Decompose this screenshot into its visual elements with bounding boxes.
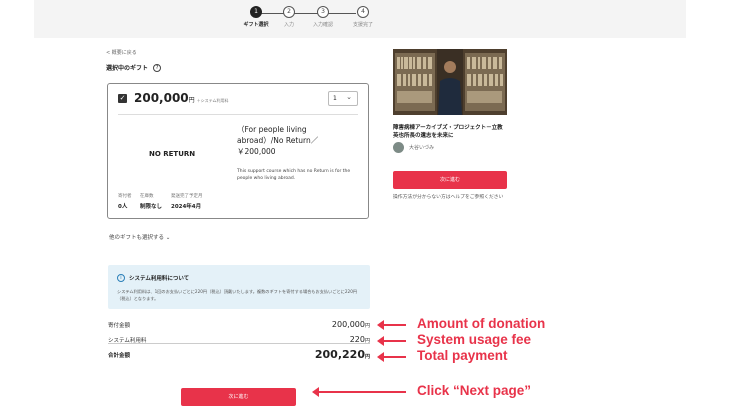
meta-value-donors: 0人 [118,204,128,210]
progress-steps: 1 ギフト選択 2 入力 3 入力確認 4 支援完了 [236,6,376,32]
gift-image: NO RETURN [149,150,196,158]
price-note: ＋システム利用料 [196,98,229,103]
back-to-overview-link[interactable]: < 概要に戻る [106,49,137,56]
step-number: 4 [357,6,369,18]
yen-unit: 円 [364,323,370,329]
other-gifts-link[interactable]: 他のギフトも選択する ⌄ [109,233,170,241]
sidebar-next-button[interactable]: 次に進む [393,171,507,189]
step-complete: 4 支援完了 [343,6,383,28]
donation-number: 200,000 [331,320,365,329]
meta-value-ship: 2024年4月 [171,204,202,210]
author-name: 大谷いづみ [409,145,435,151]
donation-amount-row: 寄付金額 200,000円 [108,320,370,330]
info-text: システム利用料は、1回のお支払いごとに220円（税込）頂戴いたします。複数のギフ… [117,289,358,301]
project-photo-graphic [393,49,507,115]
divider [118,114,358,115]
divider [108,343,370,344]
step-number: 1 [250,6,262,18]
step-number: 2 [283,6,295,18]
step-label: 入力確認 [312,22,333,28]
gift-checkbox[interactable]: ✓ [118,94,127,103]
chevron-down-icon: ⌄ [165,235,171,241]
quantity-select[interactable]: 1 ⌄ [328,91,358,106]
other-gifts-label: 他のギフトも選択する [109,235,165,241]
arrow-left-icon [377,352,406,362]
step-confirm: 3 入力確認 [303,6,343,28]
arrow-left-icon [377,336,406,346]
avatar [393,142,404,153]
step-label: 支援完了 [352,22,373,28]
info-title: システム利用料について [129,276,190,282]
price-amount: 200,000 [134,91,189,105]
donation-label: 寄付金額 [108,323,131,329]
info-icon: i [117,274,125,282]
project-photo [393,49,507,115]
meta-label-stock: 在庫数 [140,194,154,199]
gift-name-line: ￥200,000 [237,147,276,156]
annotation-fee: System usage fee [417,332,532,347]
gift-name-line: （For people living [237,125,307,134]
price-unit: 円 [188,97,195,104]
annotation-next: Click “Next page” [417,383,532,398]
gift-name-line: abroad）/No Return／ [237,136,319,145]
meta-value-stock: 制限なし [140,204,163,210]
chevron-down-icon: ⌄ [346,93,352,101]
donation-value: 200,000円 [332,320,370,329]
gift-price: 200,000円 ＋システム利用料 [134,91,229,105]
total-row: 合計金額 200,220円 [108,348,370,362]
system-fee-info-box: i システム利用料について システム利用料は、1回のお支払いごとに220円（税込… [108,265,370,309]
total-label: 合計金額 [108,353,131,359]
help-icon[interactable]: ? [153,63,162,72]
annotation-amount: Amount of donation [417,316,546,331]
quantity-value: 1 [333,95,337,102]
help-text[interactable]: 操作方法が分からない方はヘルプをご参照ください [393,193,503,200]
meta-label-donors: 寄付者 [118,194,132,199]
gift-card[interactable]: ✓ 200,000円 ＋システム利用料 1 ⌄ NO RETURN （For pe… [107,83,369,219]
next-button[interactable]: 次に進む [181,388,296,406]
project-author: 大谷いづみ [393,142,434,153]
annotation-total: Total payment [417,348,508,363]
heading-text: 選択中のギフト [106,65,149,72]
gift-name: （For people living abroad）/No Return／ ￥2… [237,124,349,157]
total-number: 200,220 [314,348,365,361]
project-title[interactable]: 障害病棟アーカイブズ・プロジェクト－立教英也所長の遺志を未来に [393,124,507,140]
arrow-left-icon [377,320,406,330]
yen-unit: 円 [364,354,370,360]
total-value: 200,220円 [315,348,370,361]
selected-gift-heading: 選択中のギフト ? [106,63,162,72]
meta-label-ship: 発送完了予定月 [171,194,203,199]
gift-description: This support course which has no Return … [237,169,351,181]
step-number: 3 [317,6,329,18]
arrow-left-icon [312,387,406,397]
